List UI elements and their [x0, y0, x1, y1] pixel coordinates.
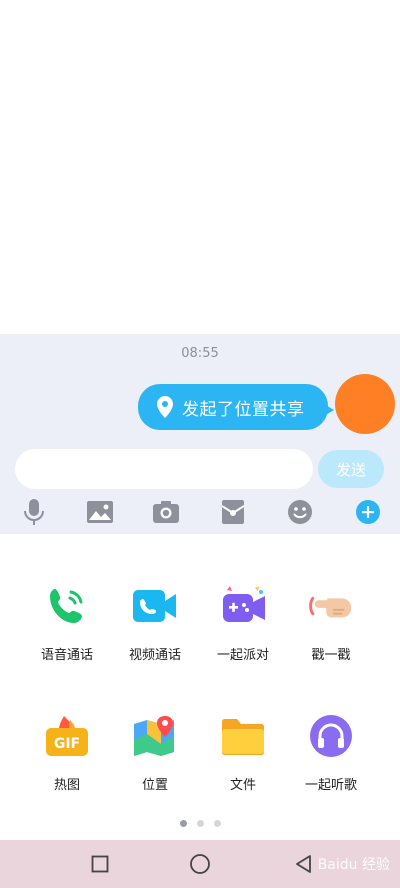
red-packet-icon[interactable]: [217, 496, 249, 528]
location-share-message-bubble[interactable]: 发起了位置共享: [138, 384, 334, 430]
party-gamepad-icon: [219, 582, 267, 630]
app-label: 文件: [229, 778, 256, 793]
phone-icon: [43, 582, 91, 630]
chat-area: 08:55 发起了位置共享 发送: [0, 334, 400, 534]
app-label: 一起听歌: [304, 778, 357, 793]
headphones-icon: [307, 712, 355, 760]
plus-icon[interactable]: [352, 496, 384, 528]
message-history-blank: [0, 0, 400, 334]
app-label: 一起派对: [216, 648, 269, 663]
input-toolbar: [0, 496, 400, 528]
gif-button[interactable]: GIF 热图: [19, 712, 115, 793]
app-label: 热图: [53, 778, 80, 793]
location-pin-icon: [157, 396, 173, 418]
message-input[interactable]: [15, 449, 313, 489]
system-navigation-bar: Baidu 经验: [0, 840, 400, 888]
emoji-icon[interactable]: [284, 496, 316, 528]
location-button[interactable]: 位置: [107, 712, 203, 793]
folder-icon: [219, 712, 267, 760]
party-button[interactable]: 一起派对: [195, 582, 291, 663]
video-call-button[interactable]: 视频通话: [107, 582, 203, 663]
image-icon[interactable]: [84, 496, 116, 528]
message-text: 发起了位置共享: [182, 399, 305, 420]
app-label: 视频通话: [128, 648, 181, 663]
map-location-icon: [131, 712, 179, 760]
video-call-icon: [131, 582, 179, 630]
gif-icon: GIF: [43, 712, 91, 760]
file-button[interactable]: 文件: [195, 712, 291, 793]
poke-button[interactable]: 戳一戳: [283, 582, 379, 663]
app-label: 位置: [141, 778, 168, 793]
send-button[interactable]: 发送: [318, 450, 384, 488]
avatar[interactable]: [335, 374, 395, 434]
message-timestamp: 08:55: [181, 346, 219, 361]
app-label: 戳一戳: [311, 648, 351, 663]
page-dot[interactable]: [213, 820, 221, 827]
app-label: 语音通话: [40, 648, 93, 663]
recent-apps-button[interactable]: [88, 852, 112, 876]
microphone-icon[interactable]: [18, 496, 50, 528]
camera-icon[interactable]: [150, 496, 182, 528]
voice-call-button[interactable]: 语音通话: [19, 582, 115, 663]
page-dot[interactable]: [196, 820, 204, 827]
svg-text:GIF: GIF: [54, 736, 80, 752]
poke-finger-icon: [307, 582, 355, 630]
more-functions-panel: 语音通话 视频通话 一起派对 戳一戳 GIF 热图 位置 文件 一起听歌: [0, 534, 400, 840]
watermark: Baidu 经验: [317, 857, 390, 873]
back-button[interactable]: [292, 852, 316, 876]
page-dot-active[interactable]: [179, 820, 187, 827]
page-indicator: [0, 820, 400, 827]
home-button[interactable]: [188, 852, 212, 876]
listen-together-button[interactable]: 一起听歌: [283, 712, 379, 793]
